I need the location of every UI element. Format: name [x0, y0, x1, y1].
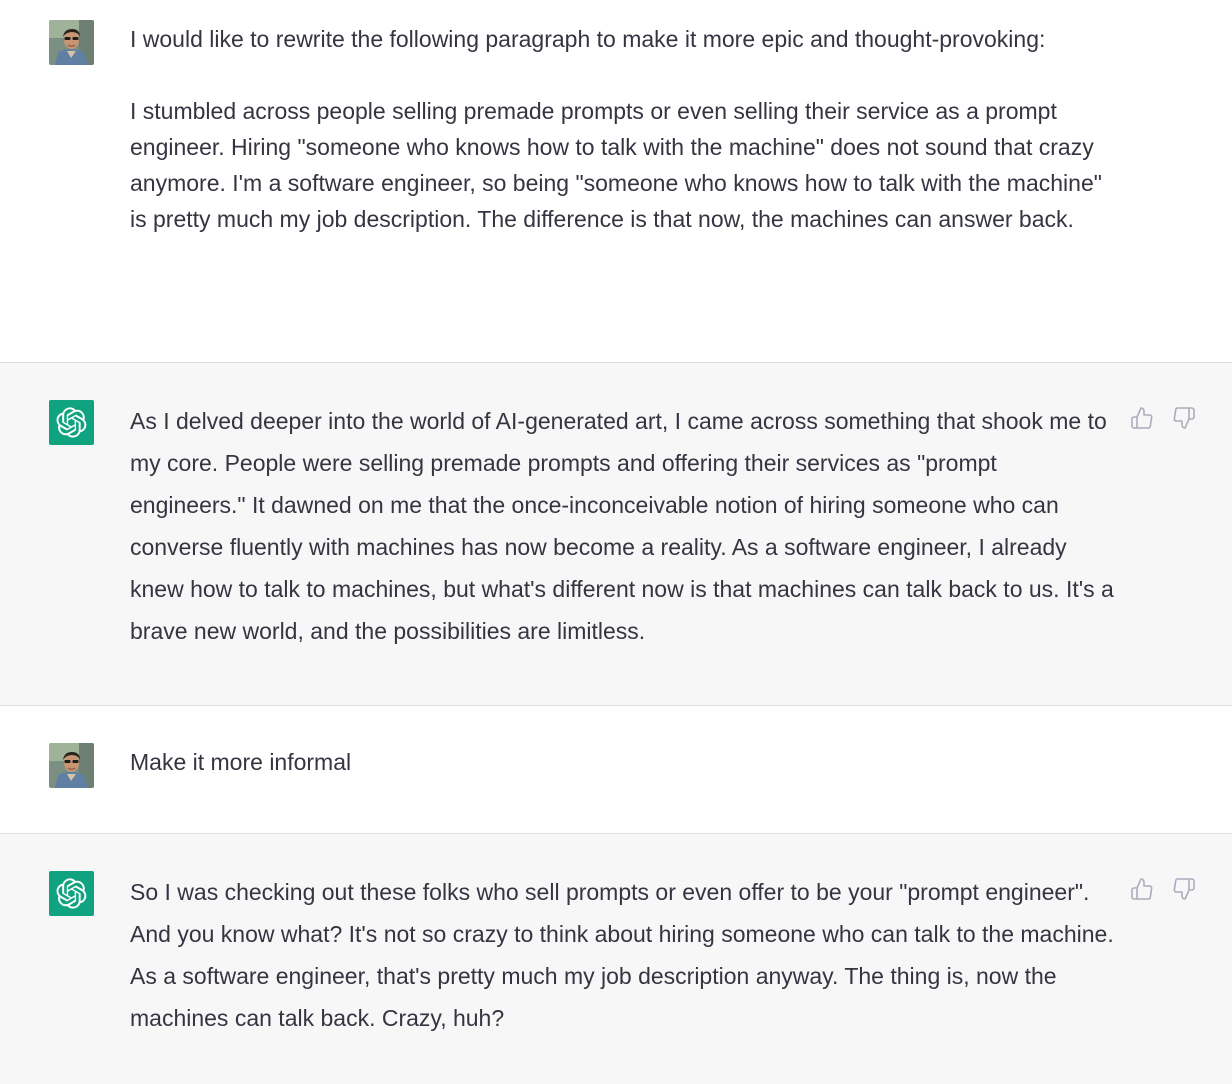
thumbs-down-icon [1173, 878, 1195, 900]
feedback-buttons [1130, 877, 1196, 901]
user-avatar-photo [49, 743, 94, 788]
thumbs-up-icon [1131, 878, 1153, 900]
message-paragraph: I would like to rewrite the following pa… [130, 26, 1046, 52]
thumbs-up-button[interactable] [1130, 406, 1154, 430]
message-paragraph: As I delved deeper into the world of AI-… [130, 408, 1114, 644]
openai-logo-icon [56, 878, 87, 909]
message-paragraph: I stumbled across people selling premade… [130, 98, 1102, 232]
feedback-buttons [1130, 406, 1196, 430]
message-paragraph: Make it more informal [130, 749, 352, 775]
assistant-avatar [49, 871, 94, 916]
message-paragraph: So I was checking out these folks who se… [130, 879, 1114, 1031]
message-text: I would like to rewrite the following pa… [130, 21, 1115, 237]
thumbs-down-button[interactable] [1172, 406, 1196, 430]
chat-thread: I would like to rewrite the following pa… [0, 0, 1232, 1084]
user-avatar [49, 20, 94, 65]
assistant-message: As I delved deeper into the world of AI-… [0, 363, 1232, 706]
user-avatar [49, 743, 94, 788]
thumbs-up-button[interactable] [1130, 877, 1154, 901]
thumbs-up-icon [1131, 407, 1153, 429]
message-text: Make it more informal [130, 744, 1115, 780]
user-message: I would like to rewrite the following pa… [0, 0, 1232, 363]
user-message: Make it more informal [0, 706, 1232, 834]
message-text: So I was checking out these folks who se… [130, 871, 1115, 1039]
thumbs-down-button[interactable] [1172, 877, 1196, 901]
assistant-avatar [49, 400, 94, 445]
assistant-message: So I was checking out these folks who se… [0, 834, 1232, 1084]
openai-logo-icon [56, 407, 87, 438]
thumbs-down-icon [1173, 407, 1195, 429]
message-text: As I delved deeper into the world of AI-… [130, 400, 1115, 652]
user-avatar-photo [49, 20, 94, 65]
